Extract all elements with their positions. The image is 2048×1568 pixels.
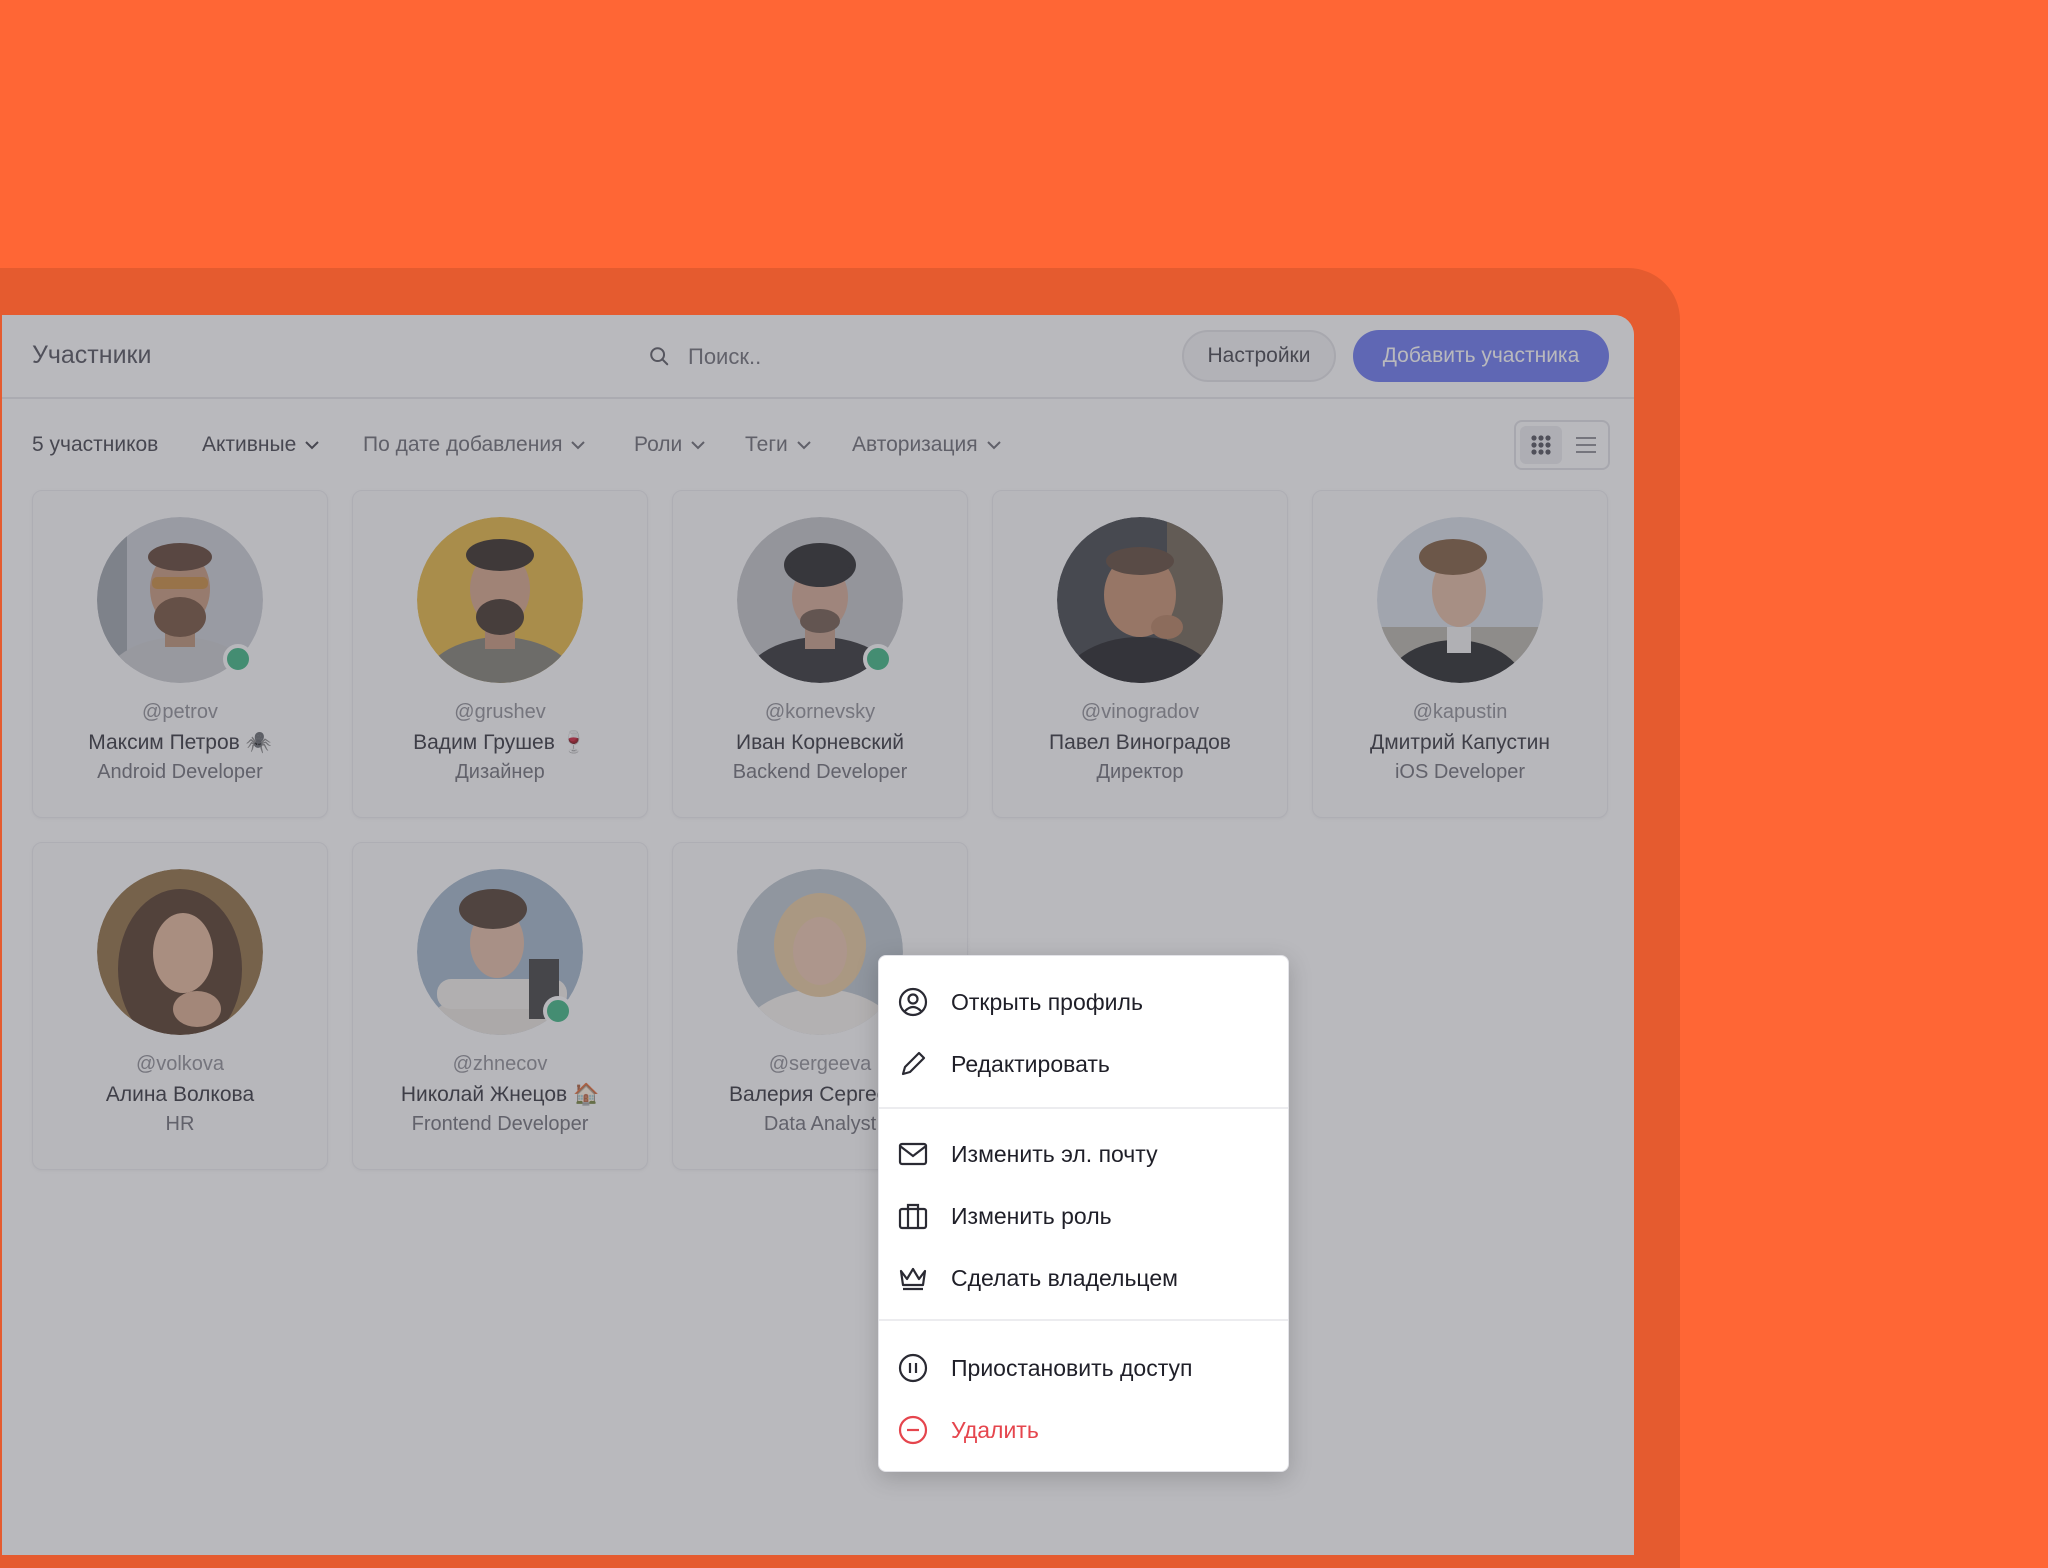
menu-open-profile[interactable]: Открыть профиль [879, 974, 1288, 1030]
briefcase-icon [898, 1203, 928, 1230]
menu-delete[interactable]: Удалить [879, 1402, 1288, 1458]
menu-change-email[interactable]: Изменить эл. почту [879, 1126, 1288, 1182]
menu-suspend-access[interactable]: Приостановить доступ [879, 1340, 1288, 1396]
menu-item-label: Приостановить доступ [951, 1354, 1193, 1381]
crown-icon [899, 1267, 927, 1291]
menu-item-label: Изменить роль [951, 1202, 1112, 1229]
member-context-menu: Открыть профиль Редактировать Изменить э… [878, 955, 1289, 1472]
user-circle-icon [898, 987, 928, 1017]
menu-item-label: Изменить эл. почту [951, 1140, 1158, 1167]
menu-edit[interactable]: Редактировать [879, 1036, 1288, 1092]
menu-item-label: Редактировать [951, 1050, 1110, 1077]
members-app: Участники Настройки Добавить участника 5… [2, 315, 1634, 1555]
menu-item-label: Удалить [951, 1416, 1039, 1443]
menu-change-role[interactable]: Изменить роль [879, 1188, 1288, 1244]
pencil-icon [901, 1051, 926, 1076]
minus-circle-icon [898, 1415, 928, 1445]
menu-divider [879, 1107, 1288, 1109]
modal-backdrop[interactable] [2, 315, 1634, 1555]
menu-item-label: Сделать владельцем [951, 1264, 1178, 1291]
pause-circle-icon [898, 1353, 928, 1383]
menu-divider [879, 1319, 1288, 1321]
menu-make-owner[interactable]: Сделать владельцем [879, 1250, 1288, 1306]
mail-icon [898, 1142, 928, 1166]
menu-item-label: Открыть профиль [951, 988, 1143, 1015]
